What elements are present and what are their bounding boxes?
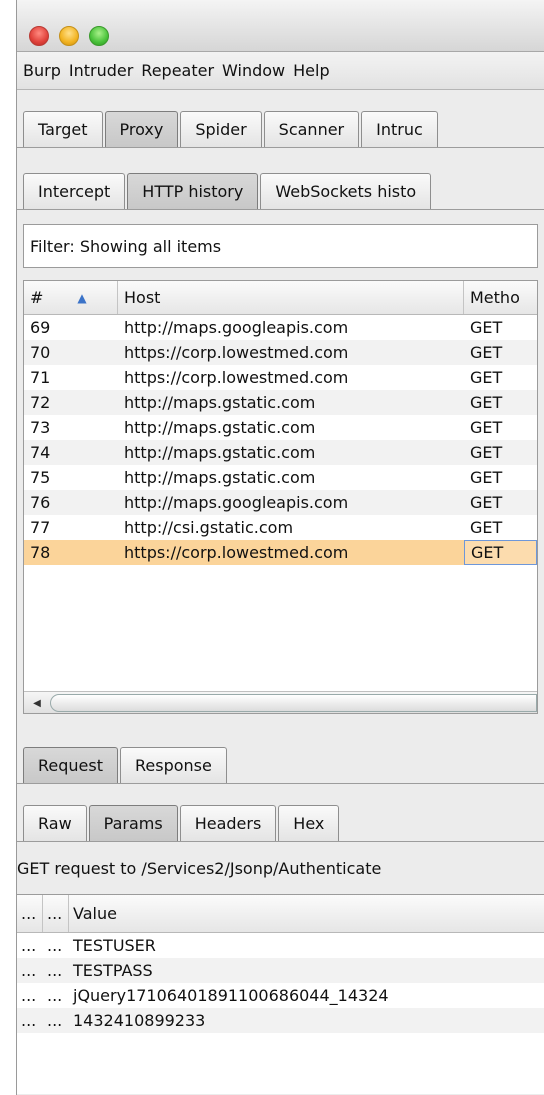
column-header-method[interactable]: Metho <box>464 281 537 314</box>
tab-headers[interactable]: Headers <box>179 805 277 841</box>
sort-ascending-icon: ▲ <box>77 290 87 305</box>
minimize-window-button[interactable] <box>59 26 79 46</box>
tab-websockets-history[interactable]: WebSockets histo <box>260 173 432 209</box>
tab-intercept[interactable]: Intercept <box>23 173 126 209</box>
params-header: ... ... Value <box>17 895 544 933</box>
http-history-table: # ▲ Host Metho 69 http://maps.googleapis… <box>23 280 538 714</box>
tab-proxy[interactable]: Proxy <box>104 111 179 147</box>
tab-scanner[interactable]: Scanner <box>263 111 360 147</box>
column-header-name[interactable]: ... <box>43 895 69 932</box>
param-row[interactable]: ... ... 1432410899233 <box>17 1008 544 1033</box>
column-header-number[interactable]: # ▲ <box>24 281 118 314</box>
title-bar <box>17 0 544 52</box>
param-row[interactable]: ... ... TESTUSER <box>17 933 544 958</box>
scroll-left-icon[interactable]: ◀ <box>26 695 48 711</box>
tab-params[interactable]: Params <box>88 805 178 841</box>
view-tab-bar: Raw Params Headers Hex <box>17 784 544 842</box>
proxy-tab-bar: Intercept HTTP history WebSockets histo <box>17 154 544 210</box>
tab-target[interactable]: Target <box>23 111 103 147</box>
table-row[interactable]: 70 https://corp.lowestmed.com GET <box>24 340 537 365</box>
param-row[interactable]: ... ... TESTPASS <box>17 958 544 983</box>
filter-label: Filter: Showing all items <box>30 236 222 256</box>
filter-bar[interactable]: Filter: Showing all items <box>23 224 538 268</box>
table-row[interactable]: 75 http://maps.gstatic.com GET <box>24 465 537 490</box>
tab-raw[interactable]: Raw <box>23 805 87 841</box>
burp-window: Burp Intruder Repeater Window Help Targe… <box>16 0 544 1095</box>
menu-window[interactable]: Window <box>222 61 285 80</box>
column-header-value[interactable]: Value <box>69 895 544 932</box>
close-window-button[interactable] <box>29 26 49 46</box>
column-header-type[interactable]: ... <box>17 895 43 932</box>
menu-intruder[interactable]: Intruder <box>69 61 133 80</box>
table-row[interactable]: 73 http://maps.gstatic.com GET <box>24 415 537 440</box>
tab-spider[interactable]: Spider <box>180 111 262 147</box>
param-row[interactable]: ... ... jQuery17106401891100686044_14324 <box>17 983 544 1008</box>
menu-bar: Burp Intruder Repeater Window Help <box>17 52 544 90</box>
tab-intruder[interactable]: Intruc <box>361 111 438 147</box>
table-row[interactable]: 77 http://csi.gstatic.com GET <box>24 515 537 540</box>
zoom-window-button[interactable] <box>89 26 109 46</box>
message-tab-bar: Request Response <box>17 724 544 784</box>
table-row[interactable]: 71 https://corp.lowestmed.com GET <box>24 365 537 390</box>
params-table: ... ... Value ... ... TESTUSER ... ... T… <box>17 894 544 1094</box>
horizontal-scrollbar[interactable]: ◀ <box>24 691 537 713</box>
table-row[interactable]: 69 http://maps.googleapis.com GET <box>24 315 537 340</box>
tab-request[interactable]: Request <box>23 747 118 783</box>
table-row[interactable]: 76 http://maps.googleapis.com GET <box>24 490 537 515</box>
tab-http-history[interactable]: HTTP history <box>127 173 259 209</box>
request-summary: GET request to /Services2/Jsonp/Authenti… <box>17 842 544 894</box>
menu-help[interactable]: Help <box>293 61 329 80</box>
menu-burp[interactable]: Burp <box>23 61 61 80</box>
table-row[interactable]: 74 http://maps.gstatic.com GET <box>24 440 537 465</box>
table-row-selected[interactable]: 78 https://corp.lowestmed.com GET <box>24 540 537 565</box>
column-header-host[interactable]: Host <box>118 281 464 314</box>
menu-repeater[interactable]: Repeater <box>141 61 214 80</box>
tab-hex[interactable]: Hex <box>278 805 340 841</box>
request-summary-text: GET request to /Services2/Jsonp/Authenti… <box>17 858 382 878</box>
main-tab-bar: Target Proxy Spider Scanner Intruc <box>17 90 544 148</box>
scrollbar-thumb[interactable] <box>50 694 537 712</box>
tab-response[interactable]: Response <box>120 747 227 783</box>
table-row[interactable]: 72 http://maps.gstatic.com GET <box>24 390 537 415</box>
table-header: # ▲ Host Metho <box>24 281 537 315</box>
